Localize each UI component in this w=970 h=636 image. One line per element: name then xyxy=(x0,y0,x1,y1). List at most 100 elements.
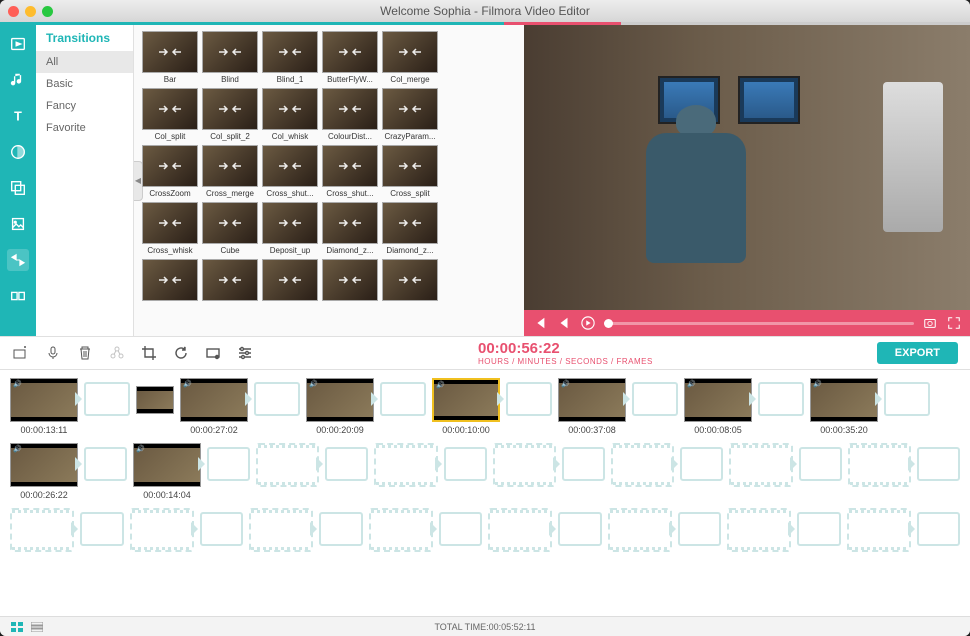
transition-slot[interactable] xyxy=(325,447,368,481)
empty-clip-slot[interactable] xyxy=(847,508,911,552)
category-basic[interactable]: Basic xyxy=(36,73,133,95)
transition-slot[interactable] xyxy=(884,382,930,416)
record-voiceover-button[interactable] xyxy=(44,344,62,362)
transition-slot[interactable] xyxy=(254,382,300,416)
timeline-clip[interactable]: 🔊00:00:37:08 xyxy=(558,378,626,435)
timeline-clip[interactable]: 🔊00:00:26:22 xyxy=(10,443,78,500)
transition-thumb[interactable]: Cross_shut... xyxy=(262,145,318,198)
minimize-window-button[interactable] xyxy=(25,6,36,17)
transition-slot[interactable] xyxy=(917,447,960,481)
timeline-view-button[interactable] xyxy=(30,621,44,633)
transition-thumb[interactable]: Cube xyxy=(202,202,258,255)
transition-thumb[interactable]: Cross_split xyxy=(382,145,438,198)
settings-button[interactable] xyxy=(236,344,254,362)
transition-thumb[interactable]: Bar xyxy=(142,31,198,84)
goto-start-button[interactable] xyxy=(532,315,548,331)
transition-slot[interactable] xyxy=(319,512,362,546)
timeline-clip[interactable]: 🔊00:00:14:04 xyxy=(133,443,201,500)
transition-thumb[interactable]: Cross_merge xyxy=(202,145,258,198)
timeline-clip[interactable] xyxy=(136,378,174,414)
transition-thumb[interactable]: Blind xyxy=(202,31,258,84)
transition-slot[interactable] xyxy=(506,382,552,416)
empty-clip-slot[interactable] xyxy=(608,508,672,552)
add-media-button[interactable] xyxy=(12,344,30,362)
transition-slot[interactable] xyxy=(380,382,426,416)
timeline-clip[interactable]: 🔊00:00:10:00 xyxy=(432,378,500,435)
transition-thumb[interactable]: Deposit_up xyxy=(262,202,318,255)
overlays-icon[interactable] xyxy=(7,177,29,199)
transition-thumb[interactable]: Diamond_z... xyxy=(382,202,438,255)
prev-frame-button[interactable] xyxy=(556,315,572,331)
transition-thumb[interactable]: ButterFlyW... xyxy=(322,31,378,84)
transition-thumb[interactable]: CrossZoom xyxy=(142,145,198,198)
timeline-clip[interactable]: 🔊00:00:08:05 xyxy=(684,378,752,435)
elements-icon[interactable] xyxy=(7,213,29,235)
transition-slot[interactable] xyxy=(84,447,127,481)
transition-slot[interactable] xyxy=(444,447,487,481)
category-favorite[interactable]: Favorite xyxy=(36,117,133,139)
transition-slot[interactable] xyxy=(632,382,678,416)
timeline-clip[interactable]: 🔊00:00:13:11 xyxy=(10,378,78,435)
snapshot-button[interactable] xyxy=(922,315,938,331)
timeline[interactable]: 🔊00:00:13:11 🔊00:00:27:02 🔊00:00:20:09 🔊00:… xyxy=(0,370,970,616)
transition-slot[interactable] xyxy=(758,382,804,416)
transition-thumb[interactable]: Cross_whisk xyxy=(142,202,198,255)
empty-clip-slot[interactable] xyxy=(729,443,792,487)
timeline-clip[interactable]: 🔊00:00:35:20 xyxy=(810,378,878,435)
transition-slot[interactable] xyxy=(562,447,605,481)
split-icon[interactable] xyxy=(7,285,29,307)
transitions-browser[interactable]: ◀ BarBlindBlind_1ButterFlyW...Col_mergeC… xyxy=(134,25,524,336)
empty-clip-slot[interactable] xyxy=(493,443,556,487)
scrub-bar[interactable] xyxy=(604,322,914,325)
delete-button[interactable] xyxy=(76,344,94,362)
transition-slot[interactable] xyxy=(439,512,482,546)
transition-thumb[interactable]: Col_merge xyxy=(382,31,438,84)
empty-clip-slot[interactable] xyxy=(488,508,552,552)
zoom-window-button[interactable] xyxy=(42,6,53,17)
transition-slot[interactable] xyxy=(84,382,130,416)
transition-thumb[interactable]: Blind_1 xyxy=(262,31,318,84)
empty-clip-slot[interactable] xyxy=(10,508,74,552)
transition-thumb[interactable]: CrazyParam... xyxy=(382,88,438,141)
edit-button[interactable] xyxy=(108,344,126,362)
preview-screen[interactable] xyxy=(524,25,970,310)
transition-slot[interactable] xyxy=(558,512,601,546)
transition-slot[interactable] xyxy=(799,447,842,481)
transition-slot[interactable] xyxy=(917,512,960,546)
crop-button[interactable] xyxy=(140,344,158,362)
rotate-button[interactable] xyxy=(172,344,190,362)
aspect-button[interactable] xyxy=(204,344,222,362)
category-all[interactable]: All xyxy=(36,51,133,73)
close-window-button[interactable] xyxy=(8,6,19,17)
storyboard-view-button[interactable] xyxy=(10,621,24,633)
transition-thumb[interactable]: ColourDist... xyxy=(322,88,378,141)
transition-slot[interactable] xyxy=(678,512,721,546)
empty-clip-slot[interactable] xyxy=(611,443,674,487)
export-button[interactable]: EXPORT xyxy=(877,342,958,364)
empty-clip-slot[interactable] xyxy=(256,443,319,487)
media-icon[interactable] xyxy=(7,33,29,55)
transition-thumb[interactable]: Col_split xyxy=(142,88,198,141)
transition-slot[interactable] xyxy=(680,447,723,481)
play-button[interactable] xyxy=(580,315,596,331)
music-icon[interactable] xyxy=(7,69,29,91)
transition-thumb[interactable]: Col_whisk xyxy=(262,88,318,141)
transition-slot[interactable] xyxy=(797,512,840,546)
transition-thumb[interactable]: Col_split_2 xyxy=(202,88,258,141)
filters-icon[interactable] xyxy=(7,141,29,163)
transition-slot[interactable] xyxy=(200,512,243,546)
empty-clip-slot[interactable] xyxy=(727,508,791,552)
fullscreen-button[interactable] xyxy=(946,315,962,331)
category-fancy[interactable]: Fancy xyxy=(36,95,133,117)
text-icon[interactable]: T xyxy=(7,105,29,127)
transition-thumb[interactable]: Cross_shut... xyxy=(322,145,378,198)
transition-slot[interactable] xyxy=(207,447,250,481)
empty-clip-slot[interactable] xyxy=(848,443,911,487)
empty-clip-slot[interactable] xyxy=(369,508,433,552)
empty-clip-slot[interactable] xyxy=(130,508,194,552)
transition-slot[interactable] xyxy=(80,512,123,546)
timeline-clip[interactable]: 🔊00:00:20:09 xyxy=(306,378,374,435)
empty-clip-slot[interactable] xyxy=(249,508,313,552)
timeline-clip[interactable]: 🔊00:00:27:02 xyxy=(180,378,248,435)
transitions-icon[interactable] xyxy=(7,249,29,271)
